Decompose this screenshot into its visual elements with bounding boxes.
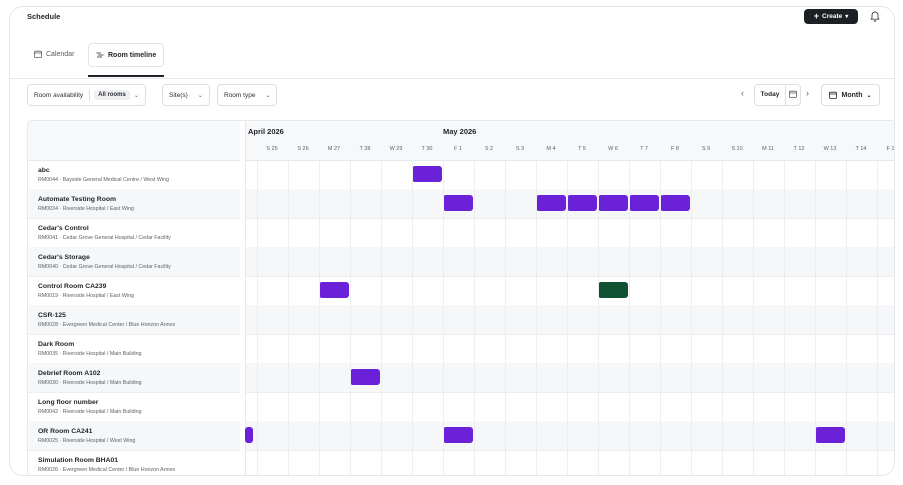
active-tab-indicator	[88, 75, 164, 77]
tab-calendar-label: Calendar	[46, 50, 75, 58]
day-label: S 2	[484, 146, 494, 152]
day-label: F 15	[886, 146, 895, 152]
day-label: T 30	[421, 146, 433, 152]
day-label: F 1	[454, 146, 462, 152]
day-gridline	[318, 160, 320, 475]
day-label: S 10	[731, 146, 743, 152]
calendar-icon	[34, 50, 42, 58]
chevron-down-icon: ⌄	[866, 92, 872, 99]
room-timeline: April 2026 May 2026 S 25 S 26 M 27 T 28 W 29 T …	[27, 120, 895, 475]
create-button-label: Create	[822, 13, 843, 20]
day-gridline	[566, 160, 568, 475]
day-gridline	[287, 160, 289, 475]
day-gridline	[442, 160, 444, 475]
view-mode-select[interactable]: Month ⌄	[821, 84, 880, 106]
plus-icon: +	[813, 11, 819, 21]
day-gridline	[659, 160, 661, 475]
day-gridline	[814, 160, 816, 475]
booking-block[interactable]	[597, 195, 628, 211]
month-label: April 2026	[248, 127, 284, 136]
day-label: M 27	[327, 146, 341, 152]
month-label: May 2026	[443, 127, 477, 136]
day-label: T 5	[578, 146, 586, 152]
view-tabs: Calendar Room timeline	[10, 41, 894, 79]
today-label: Today	[755, 85, 786, 105]
booking-block[interactable]	[318, 282, 349, 298]
room-type-filter[interactable]: Room type ⌄	[217, 84, 278, 106]
calendar-icon[interactable]	[786, 90, 800, 100]
day-gridline	[783, 160, 785, 475]
room-type-filter-label: Room type	[224, 91, 256, 99]
day-label: M 11	[762, 146, 774, 152]
chevron-down-icon: ⌄	[197, 92, 203, 99]
booking-block[interactable]	[814, 427, 845, 443]
day-label: S 3	[515, 146, 525, 152]
page-title: Schedule	[27, 12, 61, 21]
column-separator	[240, 121, 246, 475]
day-label: T 28	[359, 146, 371, 152]
day-gridline	[690, 160, 692, 475]
day-gridline	[597, 160, 599, 475]
day-label: T 14	[855, 146, 867, 152]
day-gridline	[752, 160, 754, 475]
day-label: W 29	[389, 146, 403, 152]
chevron-down-icon: ▾	[845, 14, 849, 20]
room-list-column	[28, 121, 241, 475]
chevron-down-icon: ⌄	[265, 92, 271, 99]
room-availability-value: All rooms	[94, 90, 130, 100]
booking-block[interactable]	[442, 427, 473, 443]
view-mode-label: Month	[841, 91, 863, 99]
day-gridline	[349, 160, 351, 475]
day-gridline	[256, 160, 258, 475]
bell-icon[interactable]	[868, 9, 882, 23]
day-gridline	[876, 160, 878, 475]
day-label: T 7	[640, 146, 648, 152]
day-gridline	[411, 160, 413, 475]
day-gridline	[845, 160, 847, 475]
site-filter-label: Site(s)	[169, 91, 188, 99]
app-window: Schedule + Create ▾ Calendar Room timeli…	[9, 6, 895, 476]
next-period-button[interactable]: ›	[806, 88, 809, 98]
day-gridline	[721, 160, 723, 475]
booking-block[interactable]	[597, 282, 628, 298]
day-label: S 9	[701, 146, 711, 152]
tab-room-timeline[interactable]: Room timeline	[88, 43, 165, 67]
day-label: S 26	[297, 146, 309, 152]
day-label: T 12	[793, 146, 805, 152]
tab-calendar[interactable]: Calendar	[27, 43, 81, 65]
day-label: S 25	[266, 146, 278, 152]
chevron-down-icon: ⌄	[133, 92, 139, 99]
day-gridline	[535, 160, 537, 475]
tab-room-timeline-label: Room timeline	[108, 51, 157, 59]
filter-divider	[89, 89, 91, 101]
create-button[interactable]: + Create ▾	[804, 9, 858, 24]
day-label: W 13	[823, 146, 837, 152]
site-filter[interactable]: Site(s) ⌄	[162, 84, 210, 106]
day-gridline	[380, 160, 382, 475]
booking-block[interactable]	[411, 166, 442, 182]
today-button[interactable]: Today	[754, 84, 801, 106]
day-label: W 6	[608, 146, 618, 152]
day-gridline	[473, 160, 475, 475]
day-gridline	[504, 160, 506, 475]
booking-block[interactable]	[349, 369, 380, 385]
room-availability-filter[interactable]: Room availability All rooms ⌄	[27, 84, 146, 106]
previous-period-button[interactable]: ‹	[741, 88, 744, 98]
booking-block[interactable]	[659, 195, 690, 211]
calendar-icon	[829, 91, 838, 99]
top-bar: Schedule + Create ▾	[10, 7, 894, 29]
booking-block[interactable]	[245, 427, 253, 443]
booking-block[interactable]	[566, 195, 597, 211]
booking-block[interactable]	[442, 195, 473, 211]
booking-block[interactable]	[535, 195, 566, 211]
day-gridline	[628, 160, 630, 475]
booking-block[interactable]	[628, 195, 659, 211]
timeline-icon	[96, 52, 104, 58]
day-label: F 8	[671, 146, 679, 152]
room-availability-label: Room availability	[34, 91, 84, 99]
day-label: M 4	[546, 146, 556, 152]
